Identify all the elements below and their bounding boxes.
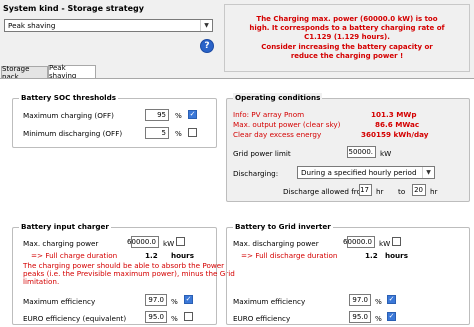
discharging-label: Discharging: [233,169,279,178]
tab-storage-pack[interactable]: Storage pack [1,65,48,81]
warning-line: C1.129 (1.129 hours). [304,33,390,42]
discharging-select[interactable]: During a specified hourly period ▼ [297,166,435,179]
operating-group: Operating conditions Info: PV array Pnom… [226,93,470,202]
warning-line: The Charging max. power (60000.0 kW) is … [256,15,438,23]
max-charging-label: Maximum charging (OFF) [23,111,114,120]
tab-peak-shaving[interactable]: Peak shaving [48,64,96,80]
full-charge-duration-unit: hours [171,251,194,260]
inverter-max-eff-checkbox[interactable]: ✓ [387,295,396,304]
soc-group: Battery SOC thresholds Maximum charging … [12,93,217,148]
strategy-select[interactable]: Peak shaving ▼ [4,19,213,32]
warning-line: high. It corresponds to a battery chargi… [249,24,445,33]
max-charging-power-unit: kW [163,239,175,248]
min-discharging-checkbox[interactable] [188,128,197,137]
charger-euro-eff-checkbox[interactable] [184,312,193,321]
charger-euro-eff-label: EURO efficiency (equivalent) [23,314,127,323]
max-charging-input[interactable]: 95 [145,109,169,121]
min-discharging-label: Minimum discharging (OFF) [23,129,123,138]
grid-limit-input[interactable]: 50000. [347,146,376,158]
full-charge-duration-label: => Full charge duration [31,251,118,260]
discharge-to-unit: hr [430,187,438,196]
max-discharging-power-checkbox[interactable] [392,237,401,246]
grid-limit-label: Grid power limit [233,149,291,158]
charger-max-eff-checkbox[interactable]: ✓ [184,295,193,304]
max-charging-power-label: Max. charging power [23,239,99,248]
inverter-group: Battery to Grid inverter Max. dischargin… [226,222,470,325]
strategy-select-value: Peak shaving [8,21,56,30]
charger-note-line: limitation. [23,277,60,286]
pv-pnom-value: 101.3 MWp [371,110,417,119]
max-charging-power-input[interactable]: 60000.0 [127,236,159,248]
full-charge-duration-value: 1.2 [145,251,158,260]
discharge-allowed-label: Discharge allowed from [283,187,368,196]
inverter-max-eff-label: Maximum efficiency [233,297,306,306]
full-discharge-duration-unit: hours [385,251,408,260]
max-discharging-power-label: Max. discharging power [233,239,319,248]
chevron-down-icon: ▼ [200,20,212,31]
inverter-group-title: Battery to Grid inverter [233,222,333,231]
inverter-max-eff-input[interactable]: 97.0 [349,294,371,306]
min-discharging-input[interactable]: 5 [145,127,169,139]
inverter-euro-eff-checkbox[interactable]: ✓ [387,312,396,321]
inverter-euro-eff-label: EURO efficiency [233,314,291,323]
inverter-max-eff-unit: % [375,297,382,306]
inverter-euro-eff-input[interactable]: 95.0 [349,311,371,323]
max-charging-power-checkbox[interactable] [176,237,185,246]
charger-max-eff-unit: % [171,297,178,306]
max-discharging-power-input[interactable]: 60000.0 [343,236,375,248]
grid-limit-unit: kW [380,149,392,158]
max-output-value: 86.6 MWac [375,120,420,129]
charger-group-title: Battery input charger [19,222,111,231]
discharge-to-input[interactable]: 20 [412,184,426,196]
charger-max-eff-label: Maximum efficiency [23,297,96,306]
excess-energy-value: 360159 kWh/day [361,130,429,139]
max-charging-unit: % [175,111,182,120]
discharge-from-unit: hr [376,187,384,196]
soc-group-title: Battery SOC thresholds [19,93,119,102]
pv-pnom-label: Info: PV array Pnom [233,110,305,119]
help-icon[interactable]: ? [200,39,214,53]
excess-energy-label: Clear day excess energy [233,130,322,139]
warning-line: reduce the charging power ! [290,51,404,60]
max-charging-checkbox[interactable]: ✓ [188,110,197,119]
min-discharging-unit: % [175,129,182,138]
inverter-euro-eff-unit: % [375,314,382,323]
charger-euro-eff-input[interactable]: 95.0 [145,311,167,323]
full-discharge-duration-value: 1.2 [365,251,378,260]
operating-group-title: Operating conditions [233,93,323,102]
max-output-label: Max. output power (clear sky) [233,120,341,129]
discharge-from-input[interactable]: 17 [359,184,372,196]
charger-max-eff-input[interactable]: 97.0 [145,294,167,306]
charger-group: Battery input charger Max. charging powe… [12,222,235,325]
discharging-select-value: During a specified hourly period [301,168,417,177]
charger-euro-eff-unit: % [171,314,178,323]
warning-line: Consider increasing the battery capacity… [261,42,433,51]
warning-message: The Charging max. power (60000.0 kW) is … [224,4,470,72]
full-discharge-duration-label: => Full discharge duration [241,251,338,260]
discharge-to-label: to [398,187,406,196]
chevron-down-icon: ▼ [422,167,434,178]
max-discharging-power-unit: kW [379,239,391,248]
section-title: System kind - Storage strategy [3,4,144,13]
